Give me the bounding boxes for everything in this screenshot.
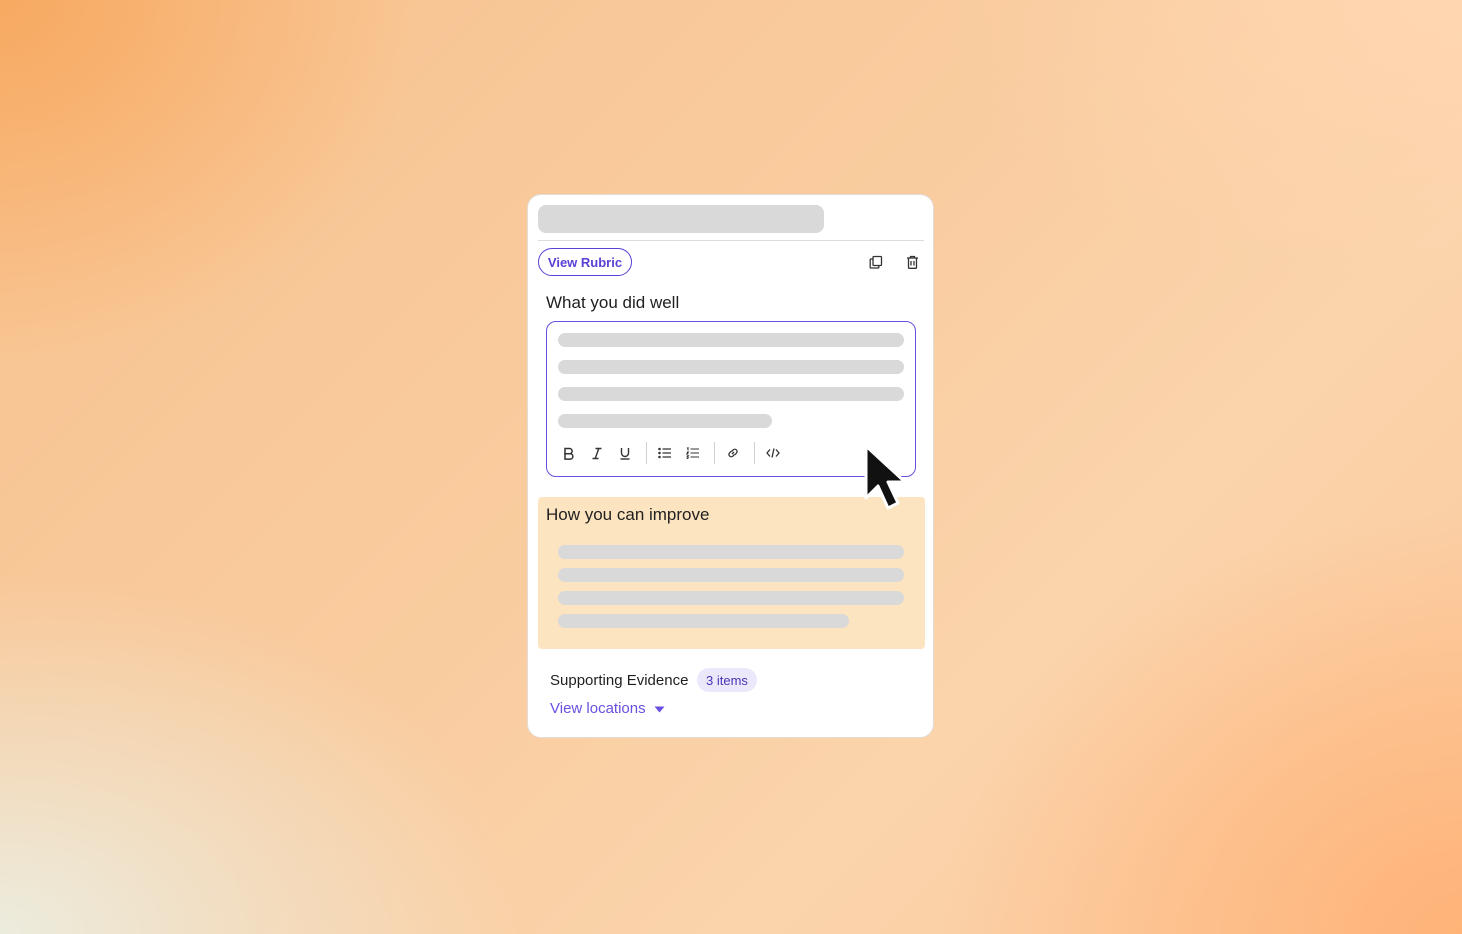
well-section-label: What you did well [546, 293, 680, 312]
text-placeholder-line [558, 568, 904, 582]
code-icon[interactable] [761, 440, 785, 466]
improve-section-label: How you can improve [546, 505, 710, 524]
text-placeholder-line [558, 360, 904, 374]
text-placeholder-line [558, 414, 772, 428]
feedback-card: View Rubric What you did well How you ca… [527, 194, 934, 738]
toolbar-separator [646, 442, 647, 464]
bold-icon[interactable] [557, 440, 581, 466]
text-placeholder-line [558, 591, 904, 605]
header-divider [538, 240, 924, 241]
link-icon[interactable] [721, 440, 745, 466]
text-placeholder-line [558, 545, 904, 559]
evidence-count-badge: 3 items [697, 668, 757, 692]
trash-icon[interactable] [903, 253, 921, 271]
title-placeholder [538, 205, 824, 233]
text-placeholder-line [558, 387, 904, 401]
well-editor[interactable] [546, 321, 916, 477]
copy-icon[interactable] [867, 253, 885, 271]
toolbar-separator [714, 442, 715, 464]
view-locations-label: View locations [550, 700, 646, 717]
bulleted-list-icon[interactable] [653, 440, 677, 466]
caret-down-icon [654, 700, 665, 717]
improve-section[interactable]: How you can improve [538, 497, 925, 649]
underline-icon[interactable] [613, 440, 637, 466]
toolbar-separator [754, 442, 755, 464]
text-placeholder-line [558, 333, 904, 347]
italic-icon[interactable] [585, 440, 609, 466]
view-locations-toggle[interactable]: View locations [550, 700, 665, 717]
numbered-list-icon[interactable] [681, 440, 705, 466]
view-rubric-button[interactable]: View Rubric [538, 248, 632, 276]
formatting-toolbar [557, 440, 797, 466]
text-placeholder-line [558, 614, 849, 628]
supporting-evidence-label: Supporting Evidence [550, 672, 689, 689]
